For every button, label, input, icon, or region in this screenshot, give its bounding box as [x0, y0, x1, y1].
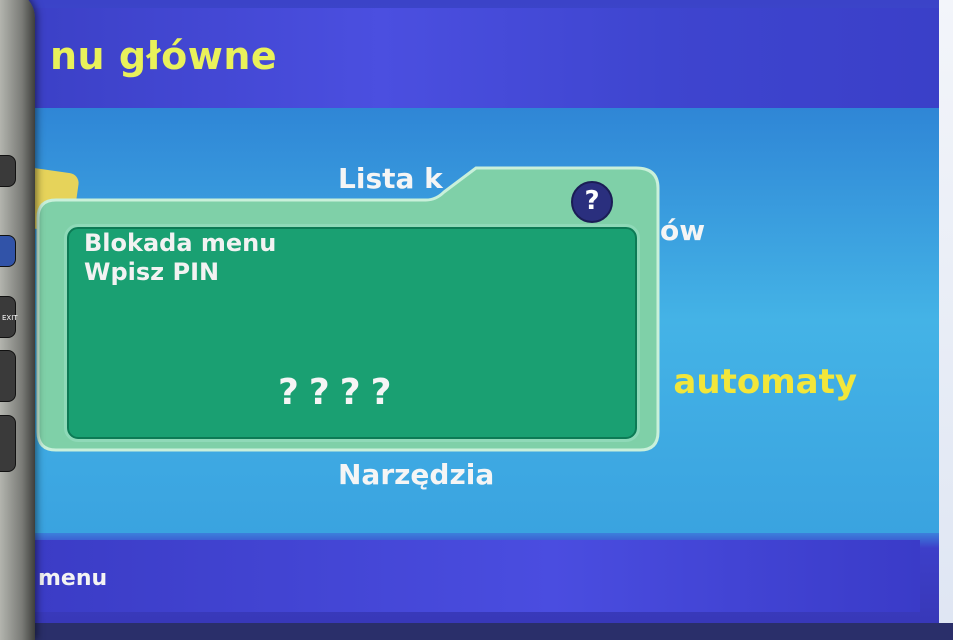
menu-title: nu główne	[50, 34, 278, 78]
remote-exit-label: EXIT	[2, 314, 18, 322]
screen-edge	[939, 0, 953, 623]
menu-item-fragment[interactable]: ów	[660, 214, 705, 247]
dialog-prompt: Wpisz PIN	[84, 258, 220, 286]
pin-input[interactable]: ????	[278, 372, 402, 413]
remote-up-button	[0, 350, 16, 402]
remote-button	[0, 155, 16, 187]
menu-item-automaty[interactable]: : automaty	[648, 362, 857, 402]
footer-label: menu	[38, 566, 108, 591]
footer-bar	[0, 540, 920, 612]
remote-blue-button	[0, 235, 16, 267]
dialog-title: Blokada menu	[84, 229, 277, 257]
remote-down-button	[0, 415, 16, 472]
menu-item-narzedzia[interactable]: Narzędzia	[338, 458, 494, 491]
help-icon[interactable]: ?	[571, 181, 613, 223]
tv-screen: nu główne Lista k ów : automaty Narzędzi…	[0, 0, 953, 623]
